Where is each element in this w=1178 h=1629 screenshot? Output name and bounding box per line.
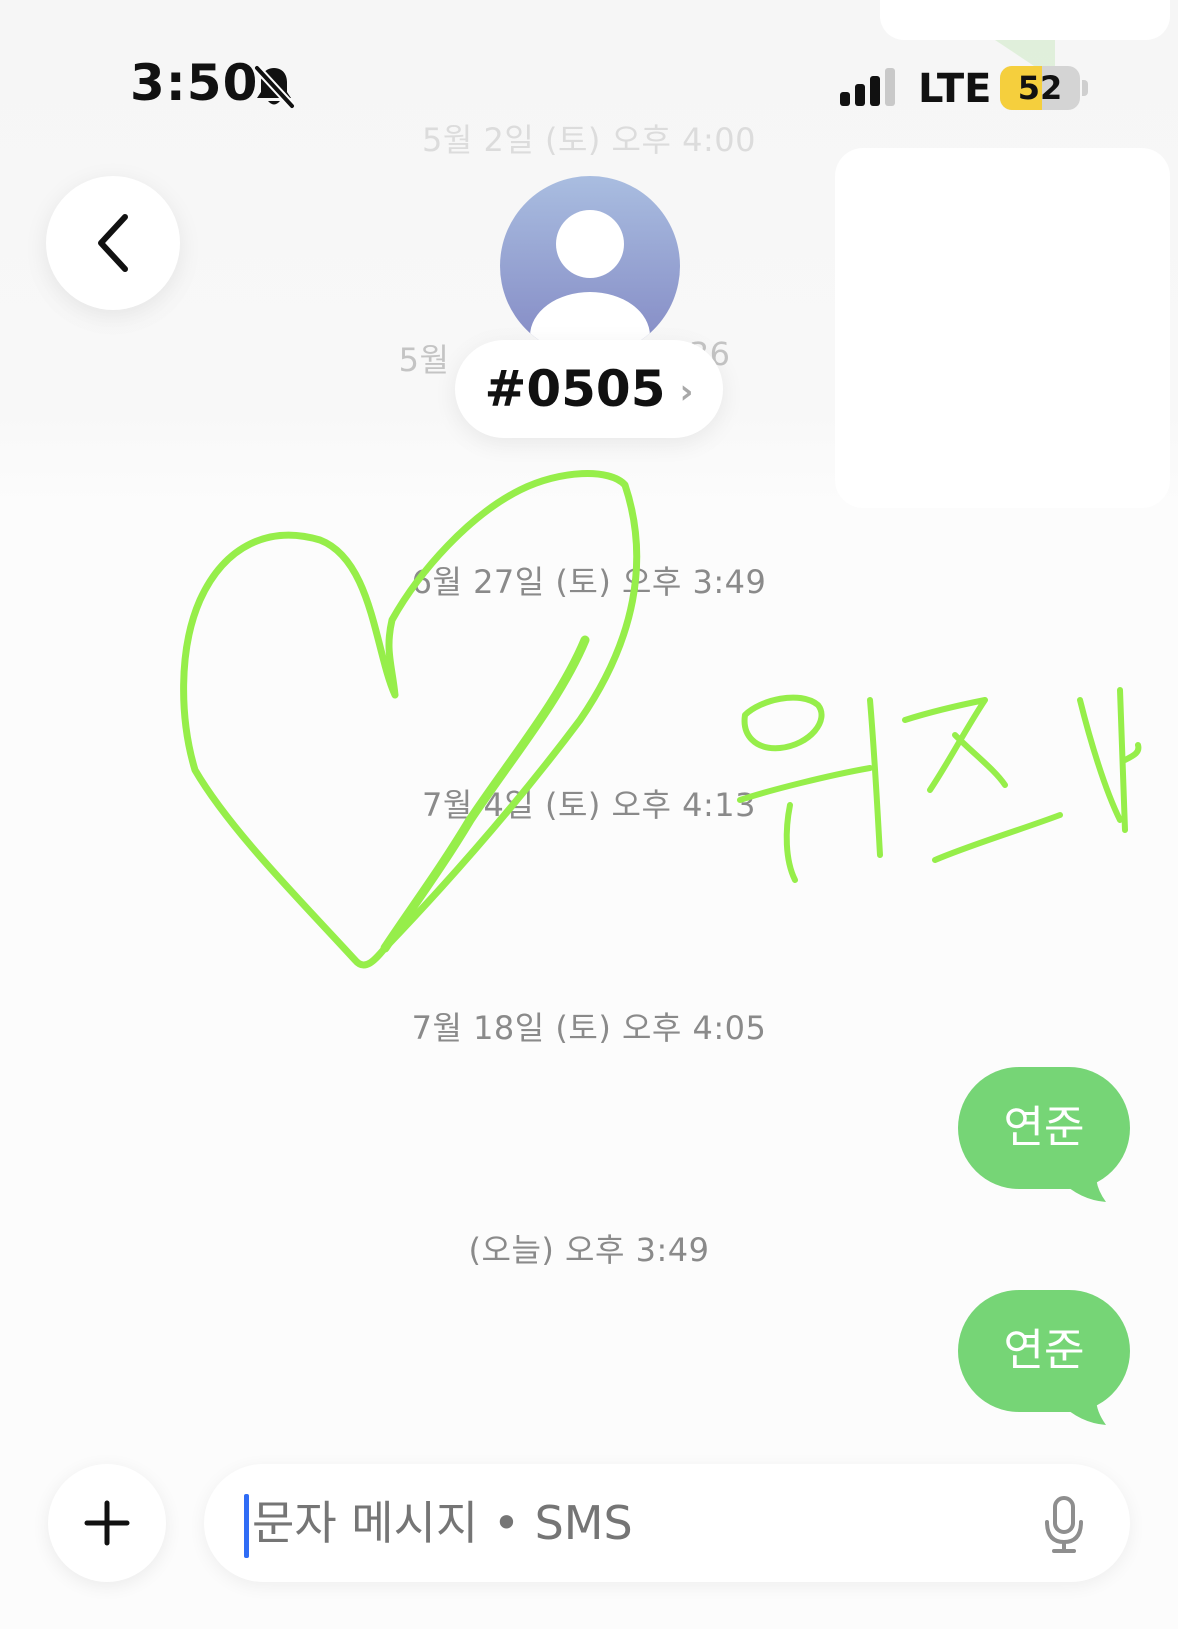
battery-indicator: 52	[1000, 66, 1080, 110]
timestamp: 6월 27일 (토) 오후 3:49	[411, 563, 767, 601]
bubble-tail	[1060, 1383, 1106, 1425]
timestamp: 5월 2일 (토) 오후 4:00	[422, 121, 756, 159]
message-composer[interactable]	[204, 1464, 1130, 1582]
timestamp: 7월 4일 (토) 오후 4:13	[422, 786, 756, 824]
heart-doodle	[180, 470, 641, 969]
status-time: 3:50	[130, 54, 259, 112]
contact-avatar[interactable]	[500, 176, 680, 356]
add-attachment-button[interactable]	[48, 1464, 166, 1582]
signal-bars-icon	[840, 68, 895, 106]
contact-name-button[interactable]: #0505 ›	[455, 340, 723, 438]
contact-name: #0505	[484, 360, 666, 418]
microphone-icon[interactable]	[1042, 1496, 1086, 1554]
chevron-right-icon: ›	[679, 372, 694, 412]
person-avatar-icon	[530, 210, 650, 356]
battery-cap	[1082, 80, 1088, 96]
bubble-tail	[1060, 1160, 1106, 1202]
plus-icon	[84, 1500, 130, 1546]
bell-slash-icon	[254, 65, 295, 109]
timestamp: 7월 18일 (토) 오후 4:05	[411, 1009, 767, 1047]
message-input[interactable]	[252, 1464, 952, 1582]
back-chevron-icon	[98, 214, 128, 272]
back-button[interactable]	[46, 176, 180, 310]
timestamp: (오늘) 오후 3:49	[468, 1231, 710, 1269]
overlay-card	[835, 148, 1170, 508]
text-caret	[244, 1494, 249, 1558]
network-type: LTE	[918, 66, 992, 112]
battery-level: 52	[1017, 69, 1063, 107]
overlay-card-top	[880, 0, 1170, 40]
